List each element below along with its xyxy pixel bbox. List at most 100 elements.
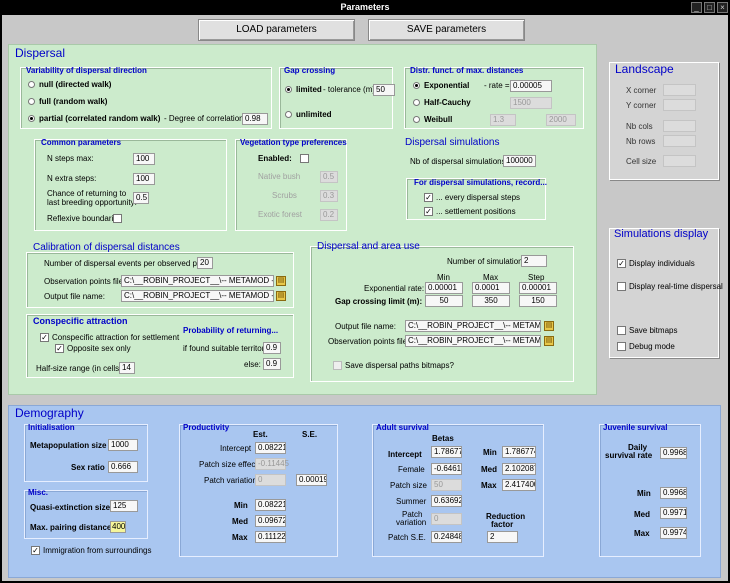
adult-patch-variation-input[interactable]: 0: [431, 513, 462, 525]
exp-rate-min-input[interactable]: 0.00001: [425, 282, 463, 294]
else-input[interactable]: 0.9: [263, 358, 281, 370]
chance-input[interactable]: 0.5: [133, 192, 149, 204]
nb-rows-input[interactable]: [663, 135, 696, 147]
immigration-checkbox[interactable]: ✓: [31, 546, 40, 555]
prod-patch-variation-se-input[interactable]: 0.00019: [296, 474, 327, 486]
save-paths-checkbox[interactable]: [333, 361, 342, 370]
area-out-input[interactable]: C:\__ROBIN_PROJECT__\-- METAMOD --: [405, 320, 541, 332]
calib-obs-input[interactable]: C:\__ROBIN_PROJECT__\-- METAMOD --\--F: [121, 275, 274, 287]
nextra-input[interactable]: 100: [133, 173, 155, 185]
juv-med-input[interactable]: 0.9971: [660, 507, 687, 519]
gap-limit-max-input[interactable]: 350: [472, 295, 510, 307]
correlation-input[interactable]: 0.98: [242, 113, 268, 125]
conspecific-attraction-checkbox[interactable]: ✓: [40, 333, 49, 342]
gap-limited-radio[interactable]: [285, 86, 292, 93]
metapop-size-input[interactable]: 1000: [108, 439, 138, 451]
close-icon[interactable]: ×: [717, 2, 728, 13]
save-parameters-button[interactable]: SAVE parameters: [368, 19, 525, 41]
minimize-icon[interactable]: _: [691, 2, 702, 13]
calib-out-folder-icon[interactable]: ▤: [276, 291, 286, 301]
found-territory-input[interactable]: 0.9: [263, 342, 281, 354]
reduction-factor-input[interactable]: 2: [487, 531, 518, 543]
female-input[interactable]: -0.64614: [431, 463, 462, 475]
sex-ratio-label: Sex ratio: [71, 463, 105, 472]
load-parameters-button[interactable]: LOAD parameters: [198, 19, 355, 41]
max-pairing-input[interactable]: 400: [110, 521, 126, 533]
nsteps-max-input[interactable]: 100: [133, 153, 155, 165]
scrubs-input[interactable]: 0.3: [320, 190, 338, 202]
full-walk-radio[interactable]: [28, 98, 35, 105]
x-corner-label: X corner: [626, 86, 657, 95]
calib-obs-label: Observation points file:: [44, 277, 126, 286]
daily-survival-input[interactable]: 0.9968: [660, 447, 687, 459]
calib-out-input[interactable]: C:\__ROBIN_PROJECT__\-- METAMOD --\--F: [121, 290, 274, 302]
native-bush-label: Native bush: [258, 172, 301, 181]
adult-patch-se-input[interactable]: 0.24848: [431, 531, 462, 543]
reflexive-checkbox[interactable]: [113, 214, 122, 223]
quasi-extinction-input[interactable]: 125: [110, 500, 138, 512]
juv-min-input[interactable]: 0.9968: [660, 487, 687, 499]
summer-input[interactable]: 0.63692: [431, 495, 462, 507]
nb-sims-input[interactable]: 100000: [503, 155, 536, 167]
exp-rate-max-input[interactable]: 0.0001: [472, 282, 510, 294]
prod-min-input[interactable]: 0.08221: [255, 499, 286, 511]
calib-num-input[interactable]: 20: [197, 257, 213, 269]
y-corner-label: Y corner: [626, 101, 657, 110]
partial-walk-radio[interactable]: [28, 115, 35, 122]
nextra-label: N extra steps:: [47, 174, 97, 183]
exponential-radio[interactable]: [413, 82, 420, 89]
x-corner-input[interactable]: [663, 84, 696, 96]
adult-max-input[interactable]: 2.417400: [502, 479, 536, 491]
prod-patch-variation-input[interactable]: 0: [255, 474, 286, 486]
prod-max-input[interactable]: 0.11122: [255, 531, 286, 543]
area-obs-folder-icon[interactable]: ▤: [544, 336, 554, 346]
y-corner-input[interactable]: [663, 99, 696, 111]
calib-obs-folder-icon[interactable]: ▤: [276, 276, 286, 286]
cell-size-label: Cell size: [626, 157, 657, 166]
gap-limit-step-input[interactable]: 150: [519, 295, 557, 307]
native-bush-input[interactable]: 0.5: [320, 171, 338, 183]
prod-intercept-input[interactable]: 0.08221: [255, 442, 286, 454]
adult-min-input[interactable]: 1.786774: [502, 446, 536, 458]
adult-patch-size-label: Patch size: [390, 481, 427, 490]
area-out-folder-icon[interactable]: ▤: [544, 321, 554, 331]
debug-mode-checkbox[interactable]: [617, 342, 626, 351]
conspecific-attraction-label: Conspecific attraction for settlement: [52, 333, 180, 342]
prod-med-input[interactable]: 0.09672: [255, 515, 286, 527]
maximize-icon[interactable]: □: [704, 2, 715, 13]
half-size-input[interactable]: 14: [119, 362, 135, 374]
nsim-label: Number of simulations:: [447, 257, 529, 266]
display-realtime-checkbox[interactable]: [617, 282, 626, 291]
gap-limit-min-input[interactable]: 50: [425, 295, 463, 307]
nb-cols-input[interactable]: [663, 120, 696, 132]
save-bitmaps-checkbox[interactable]: [617, 326, 626, 335]
max-pairing-label: Max. pairing distance: [30, 523, 112, 532]
weibull-radio[interactable]: [413, 116, 420, 123]
prod-est-header: Est.: [253, 430, 268, 439]
exotic-forest-input[interactable]: 0.2: [320, 209, 338, 221]
weibull-shape-input[interactable]: 1.3: [490, 114, 516, 126]
adult-intercept-input[interactable]: 1.78677: [431, 446, 462, 458]
sex-ratio-input[interactable]: 0.666: [108, 461, 138, 473]
prod-max-label: Max: [232, 533, 248, 542]
weibull-scale-input[interactable]: 2000: [546, 114, 576, 126]
record-every-checkbox[interactable]: ✓: [424, 193, 433, 202]
display-individuals-checkbox[interactable]: ✓: [617, 259, 626, 268]
half-cauchy-input[interactable]: 1500: [510, 97, 552, 109]
gap-unlimited-radio[interactable]: [285, 111, 292, 118]
juv-max-input[interactable]: 0.9974: [660, 527, 687, 539]
adult-patch-size-input[interactable]: 50: [431, 479, 462, 491]
exp-rate-step-input[interactable]: 0.00001: [519, 282, 557, 294]
adult-med-input[interactable]: 2.102087: [502, 463, 536, 475]
opposite-sex-checkbox[interactable]: ✓: [55, 344, 64, 353]
null-walk-radio[interactable]: [28, 81, 35, 88]
tolerance-input[interactable]: 50: [373, 84, 395, 96]
veg-enabled-checkbox[interactable]: [300, 154, 309, 163]
area-obs-input[interactable]: C:\__ROBIN_PROJECT__\-- METAMOD --: [405, 335, 541, 347]
patch-size-effect-input[interactable]: -0.11445: [255, 458, 289, 470]
cell-size-input[interactable]: [663, 155, 696, 167]
rate-input[interactable]: 0.00005: [510, 80, 552, 92]
half-cauchy-radio[interactable]: [413, 99, 420, 106]
nsim-input[interactable]: 2: [521, 255, 547, 267]
record-settle-checkbox[interactable]: ✓: [424, 207, 433, 216]
